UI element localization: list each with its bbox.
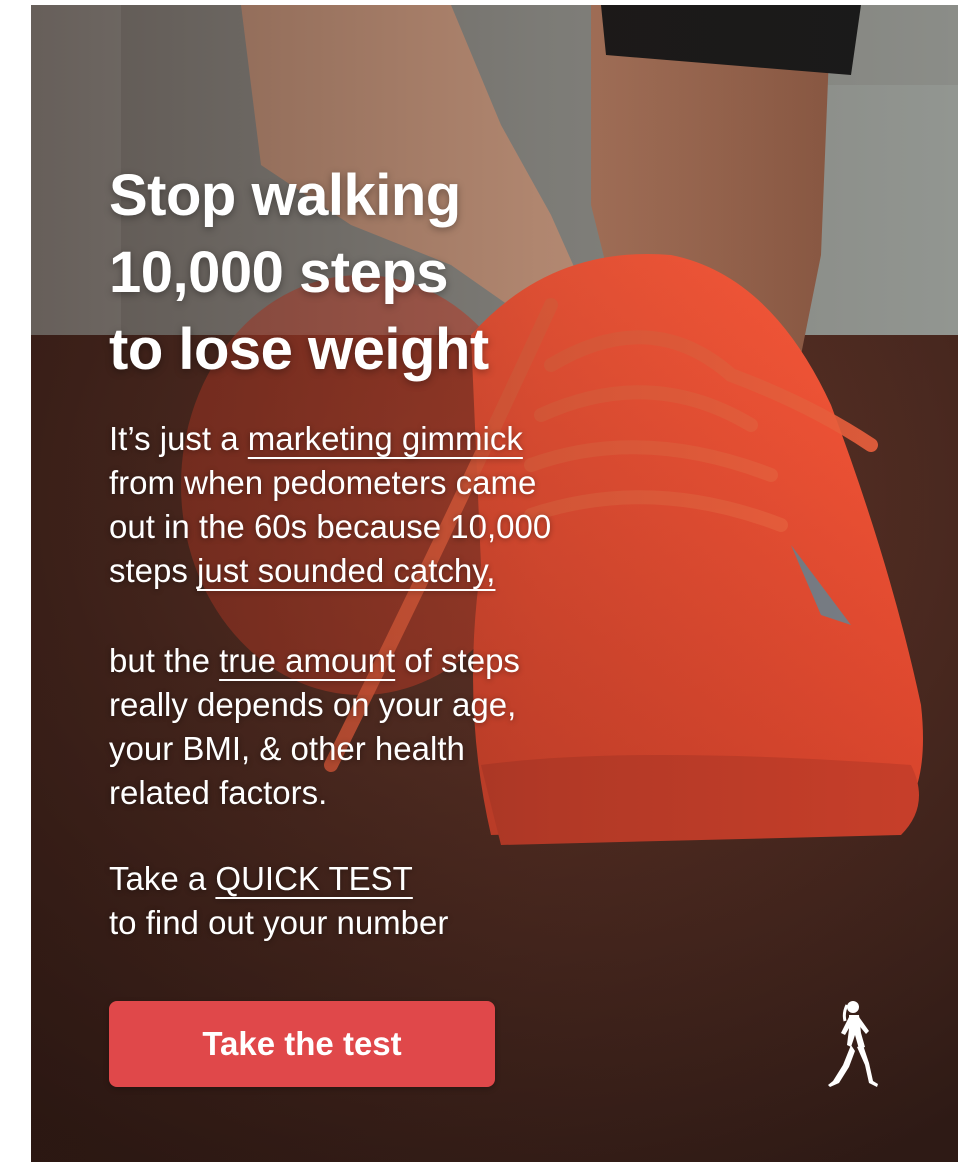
p3-text: Take a	[109, 860, 216, 897]
p1-text: It’s just a	[109, 420, 248, 457]
walking-woman-icon	[828, 1001, 878, 1087]
p1-line-2: from when pedometers came	[109, 464, 537, 501]
p3-line-2: to find out your number	[109, 904, 449, 941]
marketing-gimmick-link[interactable]: marketing gimmick	[248, 420, 523, 457]
p1-text-2: steps	[109, 552, 198, 589]
p2-text-post: of steps	[395, 642, 520, 679]
paragraph-marketing-gimmick: It’s just a marketing gimmick from when …	[109, 417, 669, 593]
p1-line-3: out in the 60s because 10,000	[109, 508, 552, 545]
quick-test-link[interactable]: QUICK TEST	[215, 860, 412, 897]
p2-line-1: but the true amount of steps	[109, 639, 669, 683]
p2-line-4: related factors.	[109, 774, 328, 811]
headline-line-2: 10,000 steps	[109, 240, 449, 305]
paragraph-true-amount: but the true amount of steps really depe…	[109, 639, 669, 815]
sounded-catchy-link[interactable]: just sounded catchy,	[197, 552, 495, 589]
p2-line-3: your BMI, & other health	[109, 730, 465, 767]
p1-line-4: steps just sounded catchy,	[109, 549, 669, 593]
ad-banner: Stop walking 10,000 steps to lose weight…	[31, 5, 958, 1162]
headline: Stop walking 10,000 steps to lose weight	[109, 157, 629, 388]
ad-content: Stop walking 10,000 steps to lose weight…	[109, 5, 958, 1162]
p1-line-1: It’s just a marketing gimmick	[109, 417, 669, 461]
true-amount-link[interactable]: true amount	[219, 642, 395, 679]
paragraph-quick-test: Take a QUICK TEST to find out your numbe…	[109, 857, 669, 945]
p2-text: but the	[109, 642, 220, 679]
p3-line-1: Take a QUICK TEST	[109, 857, 669, 901]
take-the-test-button[interactable]: Take the test	[109, 1001, 495, 1087]
headline-line-3: to lose weight	[109, 317, 489, 382]
headline-line-1: Stop walking	[109, 163, 461, 228]
p2-line-2: really depends on your age,	[109, 686, 517, 723]
